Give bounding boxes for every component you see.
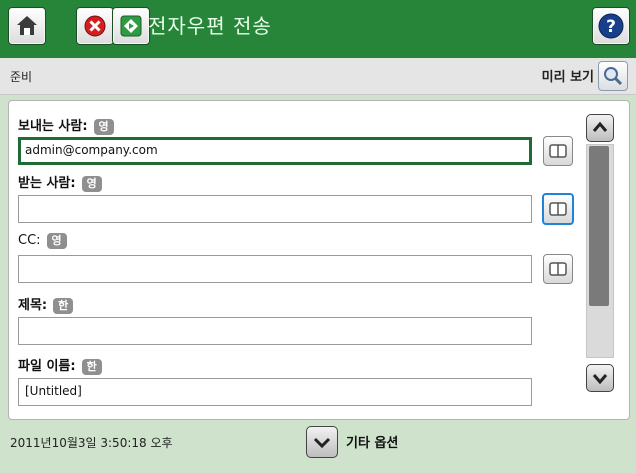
language-badge-english[interactable]: 영 <box>93 119 114 135</box>
chevron-up-icon <box>592 121 608 132</box>
language-badge-korean[interactable]: 한 <box>53 298 74 314</box>
preview-label: 미리 보기 <box>541 70 594 85</box>
home-icon <box>17 16 37 35</box>
language-badge-korean[interactable]: 한 <box>81 359 102 375</box>
start-icon <box>120 15 142 37</box>
filename-label: 파일 이름: 한 <box>18 355 102 375</box>
home-button[interactable] <box>8 7 46 45</box>
from-label-text: 보내는 사람: <box>18 119 88 134</box>
page-title: 전자우편 전송 <box>148 14 272 38</box>
filename-label-text: 파일 이름: <box>18 359 76 374</box>
from-address-book-button[interactable] <box>543 136 573 166</box>
from-field[interactable]: admin@company.com <box>18 137 532 165</box>
subject-field[interactable] <box>18 317 532 345</box>
cc-field[interactable] <box>18 255 532 283</box>
scrollbar-thumb[interactable] <box>589 146 609 306</box>
preview-button[interactable] <box>598 61 628 91</box>
filename-field[interactable]: [Untitled] <box>18 378 532 406</box>
cc-address-book-button[interactable] <box>543 254 573 284</box>
to-label-text: 받는 사람: <box>18 176 76 191</box>
from-field-value: admin@company.com <box>25 143 158 157</box>
scroll-up-button[interactable] <box>586 114 614 142</box>
help-button[interactable]: ? <box>592 7 630 45</box>
language-badge-english[interactable]: 영 <box>81 176 102 192</box>
from-label: 보내는 사람: 영 <box>18 115 114 135</box>
subject-label-text: 제목: <box>18 298 48 313</box>
cc-label-text: CC: <box>18 233 41 248</box>
status-bar: 준비 미리 보기 <box>0 58 636 95</box>
address-book-icon <box>549 144 567 158</box>
magnifier-icon <box>604 67 623 86</box>
start-button[interactable] <box>112 7 150 45</box>
subject-label: 제목: 한 <box>18 294 74 314</box>
date-time: 2011년10월3일 3:50:18 오후 <box>10 436 173 450</box>
more-options-button[interactable] <box>306 426 338 458</box>
chevron-down-icon <box>313 437 331 449</box>
to-field[interactable] <box>18 195 532 223</box>
to-address-book-button[interactable] <box>542 193 574 225</box>
more-options-label[interactable]: 기타 옵션 <box>346 432 398 451</box>
cc-label: CC: 영 <box>18 233 67 249</box>
stop-button[interactable] <box>76 7 114 45</box>
language-badge-english[interactable]: 영 <box>46 233 67 249</box>
chevron-down-icon <box>592 374 608 385</box>
help-icon: ? <box>598 13 624 39</box>
to-label: 받는 사람: 영 <box>18 172 102 192</box>
title-bar: 전자우편 전송 ? <box>0 0 636 58</box>
svg-text:?: ? <box>606 17 616 37</box>
stop-icon <box>84 15 106 37</box>
filename-field-value: [Untitled] <box>25 384 82 398</box>
address-book-icon <box>549 202 567 216</box>
address-book-icon <box>549 262 567 276</box>
status-text: 준비 <box>10 70 33 84</box>
scroll-down-button[interactable] <box>586 364 614 392</box>
